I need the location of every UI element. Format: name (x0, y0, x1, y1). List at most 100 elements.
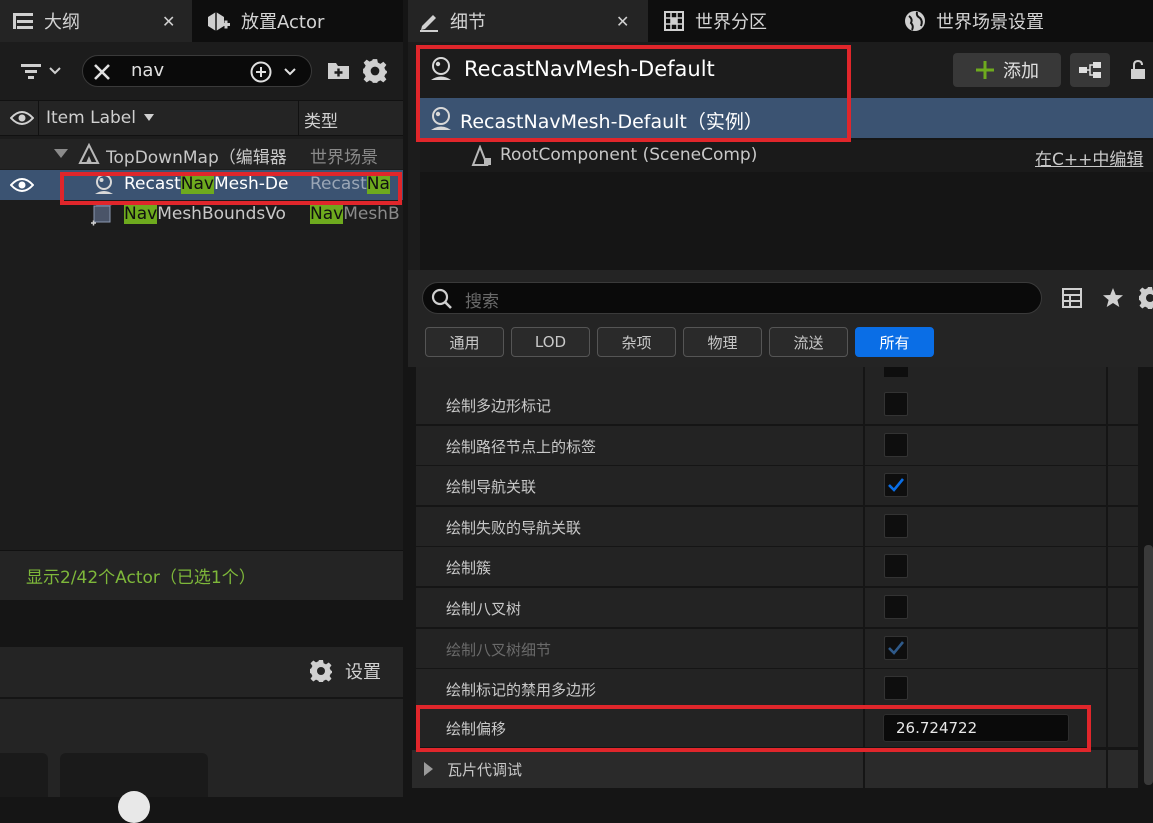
column-type[interactable]: 类型 (304, 107, 338, 132)
column-splitter[interactable] (1106, 367, 1108, 797)
add-component-button[interactable]: 添加 (953, 53, 1061, 87)
category-tile-debug[interactable]: 瓦片代调试 (412, 750, 1138, 788)
property-checkbox[interactable] (884, 595, 908, 619)
gear-icon (310, 660, 332, 682)
scrollbar-thumb[interactable] (1144, 545, 1153, 785)
property-row-draw-offset: 绘制偏移 26.724722 (416, 708, 1138, 748)
property-row: 绘制标记的禁用多边形 (416, 669, 1138, 709)
tree-row[interactable]: NavMeshBoundsVo NavMeshB (0, 200, 403, 230)
property-label: 绘制路径节点上的标签 (446, 437, 597, 456)
tab-details-label: 细节 (450, 12, 486, 33)
navmesh-actor-icon (95, 174, 113, 194)
outliner-search-box[interactable]: nav (82, 55, 312, 87)
column-item-label-text: Item Label (46, 108, 136, 128)
row-type-post: MeshB (343, 204, 400, 224)
property-label: 绘制失败的导航关联 (446, 518, 582, 537)
component-row-instance[interactable]: RecastNavMesh-Default（实例） (420, 98, 1153, 138)
chevron-down-icon[interactable] (283, 67, 297, 77)
column-item-label[interactable]: Item Label (46, 100, 154, 136)
property-label: 绘制偏移 (446, 719, 507, 738)
place-actor-icon (205, 9, 231, 33)
root-component-label: RootComponent (SceneComp) (500, 145, 758, 165)
clear-search-icon[interactable] (92, 62, 112, 82)
property-label: 绘制多边形标记 (446, 396, 552, 415)
gear-icon[interactable] (362, 58, 388, 84)
search-highlight: Nav (180, 174, 214, 194)
property-row: 绘制导航关联 (416, 466, 1138, 506)
tree-row[interactable]: TopDownMap（编辑器 世界场景 (0, 139, 403, 169)
property-checkbox[interactable] (884, 433, 908, 457)
row-label-post: MeshBoundsVo (157, 204, 286, 224)
property-checkbox[interactable] (884, 514, 908, 538)
property-checkbox[interactable] (884, 554, 908, 578)
property-row: 绘制八叉树细节 (416, 629, 1138, 669)
close-icon[interactable]: ✕ (162, 12, 175, 31)
tab-world-partition-label: 世界分区 (695, 12, 767, 33)
header-divider (298, 100, 299, 136)
property-checkbox[interactable] (884, 392, 908, 416)
blueprint-button[interactable] (1070, 53, 1110, 87)
close-icon[interactable]: ✕ (616, 12, 629, 31)
header-divider (38, 100, 39, 136)
column-splitter[interactable] (863, 367, 865, 797)
table-view-icon[interactable] (1061, 287, 1083, 309)
asset-tile[interactable] (60, 753, 208, 823)
filter-dropdown[interactable] (20, 58, 68, 84)
asset-thumbnail (118, 791, 150, 823)
actor-name[interactable]: RecastNavMesh-Default (464, 57, 715, 81)
filter-misc[interactable]: 杂项 (597, 327, 676, 357)
row-type-pre: Recast (310, 174, 367, 194)
lock-icon[interactable] (1127, 59, 1149, 81)
new-folder-icon[interactable] (327, 59, 351, 81)
draw-offset-input[interactable]: 26.724722 (883, 714, 1069, 742)
checkbox-partial (884, 367, 908, 377)
property-checkbox[interactable] (884, 473, 908, 497)
search-highlight: Nav (310, 204, 344, 224)
row-label: NavMeshBoundsVo (124, 204, 298, 224)
bounds-volume-icon (91, 204, 114, 226)
component-row-root[interactable]: RootComponent (SceneComp) 在C++中编辑 (420, 140, 1153, 172)
edit-in-cpp-link[interactable]: 在C++中编辑 (1035, 145, 1143, 170)
row-label: TopDownMap（编辑器 (106, 148, 287, 168)
tab-world-settings[interactable]: 世界场景设置 (904, 0, 1044, 42)
gear-icon[interactable] (1138, 286, 1153, 310)
tab-details[interactable]: 细节 ✕ (418, 0, 640, 42)
asset-tile[interactable] (0, 753, 48, 797)
add-filter-icon[interactable] (249, 60, 273, 84)
settings-label: 设置 (345, 662, 381, 683)
settings-button[interactable]: 设置 (309, 658, 381, 684)
property-label: 绘制八叉树细节 (446, 640, 552, 659)
visibility-icon[interactable] (10, 110, 34, 126)
star-icon[interactable] (1101, 286, 1125, 310)
chevron-down-icon (49, 67, 61, 75)
tab-place-actor-label: 放置Actor (241, 12, 325, 33)
visibility-icon[interactable] (10, 177, 34, 193)
tab-place-actor[interactable]: 放置Actor (205, 0, 324, 42)
details-search-input[interactable]: 搜索 (465, 287, 499, 312)
property-label: 绘制簇 (446, 558, 492, 577)
checkmark-icon (888, 641, 905, 655)
outliner-search-input[interactable]: nav (131, 60, 164, 81)
tab-world-partition[interactable]: 世界分区 (663, 0, 767, 42)
row-label-pre: Recast (124, 174, 181, 194)
expand-arrow-icon[interactable] (54, 149, 68, 159)
navmesh-actor-icon (431, 107, 451, 130)
tree-row-selected[interactable]: RecastNavMesh-De RecastNa (0, 170, 403, 200)
globe-icon (904, 10, 926, 32)
instance-label: RecastNavMesh-Default（实例） (460, 111, 763, 133)
property-checkbox[interactable] (884, 676, 908, 700)
filter-lod[interactable]: LOD (511, 327, 590, 357)
details-search-box[interactable]: 搜索 (422, 282, 1042, 314)
filter-all[interactable]: 所有 (855, 327, 934, 357)
property-label: 绘制标记的禁用多边形 (446, 680, 597, 699)
tab-world-settings-label: 世界场景设置 (936, 12, 1044, 33)
outliner-icon (12, 11, 34, 31)
sort-down-icon (143, 114, 154, 121)
filter-general[interactable]: 通用 (425, 327, 504, 357)
tab-outliner[interactable]: 大纲 ✕ (12, 0, 182, 42)
filter-streaming[interactable]: 流送 (769, 327, 848, 357)
row-type: RecastNa (310, 174, 403, 194)
filter-physics[interactable]: 物理 (683, 327, 762, 357)
property-checkbox (884, 636, 908, 660)
navmesh-actor-icon (431, 57, 451, 80)
